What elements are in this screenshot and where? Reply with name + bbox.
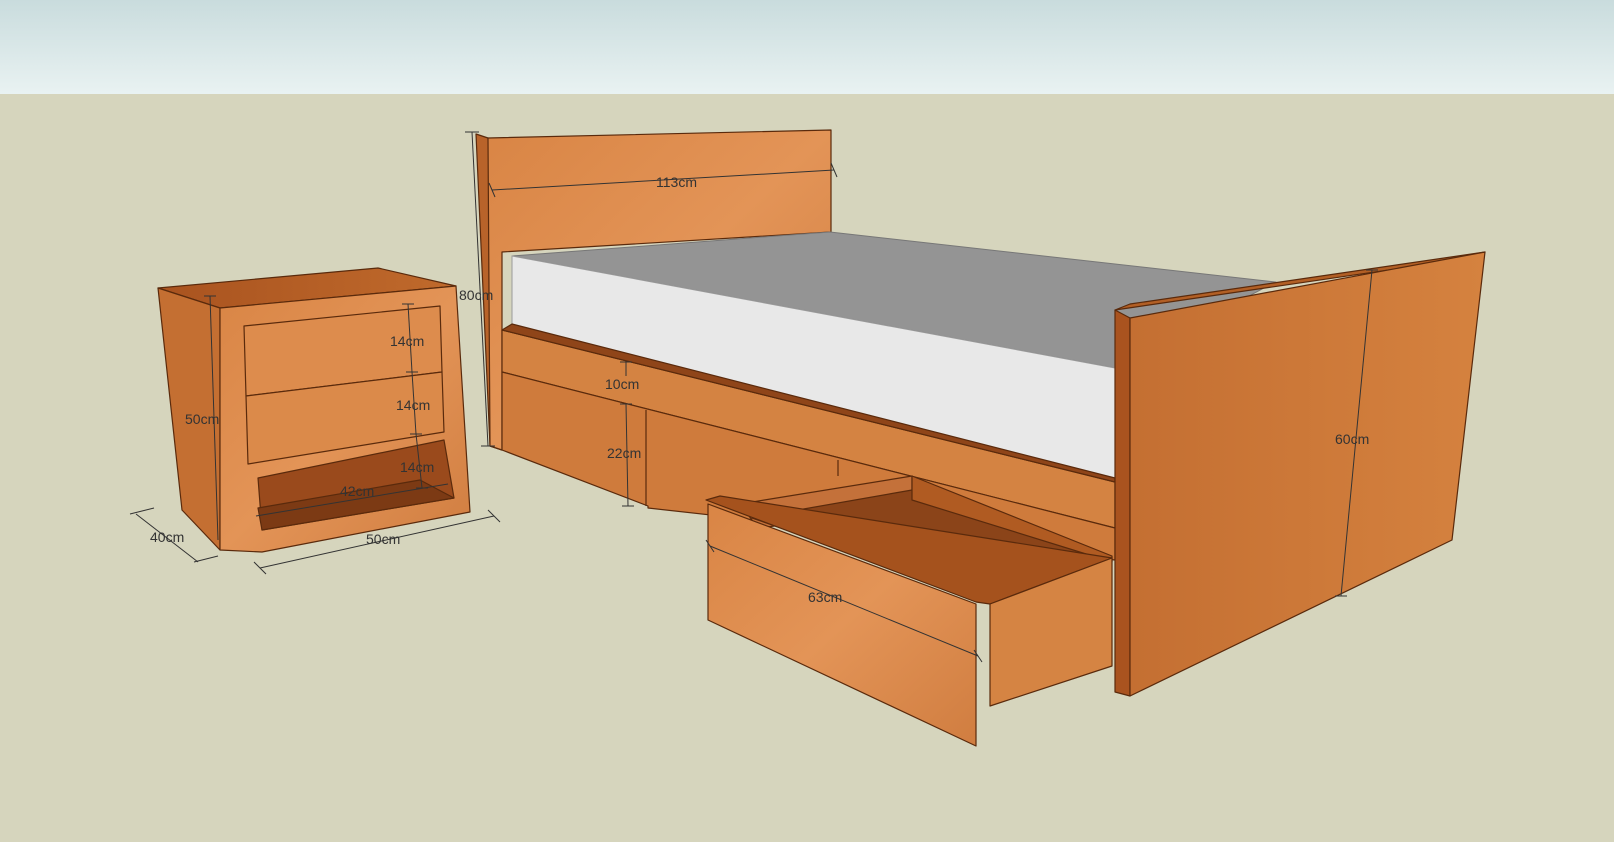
dim-nightstand-depth: 40cm: [150, 529, 184, 545]
dim-nightstand-drawer-top: 14cm: [390, 333, 424, 349]
sky: [0, 0, 1614, 94]
dim-nightstand-height: 50cm: [185, 411, 219, 427]
dim-mattress-to-rail: 10cm: [605, 376, 639, 392]
footboard-side: [1114, 309, 1131, 697]
dim-drawer-length: 63cm: [808, 589, 842, 605]
dim-footboard-height: 60cm: [1335, 431, 1369, 447]
dim-nightstand-width: 50cm: [366, 531, 400, 547]
dim-nightstand-inner-width: 42cm: [340, 483, 374, 499]
dim-base-height: 22cm: [607, 445, 641, 461]
dim-nightstand-drawer-middle: 14cm: [396, 397, 430, 413]
dim-headboard-width: 113cm: [656, 174, 697, 190]
dim-nightstand-open-shelf: 14cm: [400, 459, 434, 475]
furniture-scene: 113cm 80cm 10cm 22cm 63cm 60cm 14cm 14cm…: [0, 0, 1614, 842]
dim-headboard-height: 80cm: [459, 287, 493, 303]
